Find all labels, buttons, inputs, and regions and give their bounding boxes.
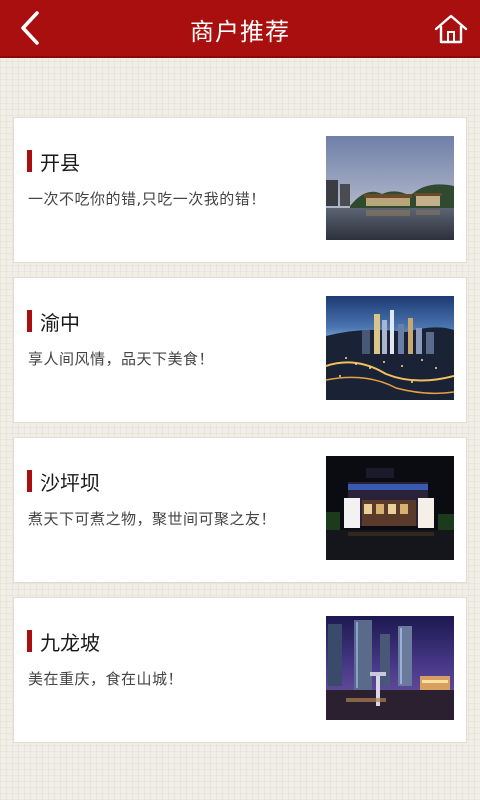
top-bar: 商户推荐 [0, 0, 480, 58]
city-night-aerial-photo [326, 296, 454, 400]
page-title: 商户推荐 [190, 17, 290, 46]
card-header: 九龙坡 [27, 630, 100, 655]
back-button[interactable] [10, 8, 50, 48]
card-header: 开县 [27, 150, 80, 175]
card-header: 渝中 [27, 310, 80, 335]
merchant-name: 开县 [40, 150, 80, 175]
merchant-card[interactable]: 开县 一次不吃你的错,只吃一次我的错！ [13, 117, 467, 263]
accent-bar [27, 310, 32, 332]
card-header: 沙坪坝 [27, 470, 100, 495]
merchant-slogan: 美在重庆，食在山城！ [28, 670, 184, 688]
merchant-name: 沙坪坝 [40, 470, 100, 495]
accent-bar [27, 630, 32, 652]
lakeside-pavilion-photo [326, 136, 454, 240]
accent-bar [27, 470, 32, 492]
merchant-card[interactable]: 渝中 享人间风情，品天下美食！ [13, 277, 467, 423]
accent-bar [27, 150, 32, 172]
mall-night-photo [326, 456, 454, 560]
home-button[interactable] [432, 10, 470, 48]
merchant-slogan: 煮天下可煮之物，聚世间可聚之友！ [28, 510, 277, 528]
merchant-card[interactable]: 沙坪坝 煮天下可煮之物，聚世间可聚之友！ [13, 437, 467, 583]
skyscraper-dusk-photo [326, 616, 454, 720]
merchant-name: 渝中 [40, 310, 80, 335]
merchant-list: 开县 一次不吃你的错,只吃一次我的错！ 渝中 享人间风情，品天下美食！ 沙坪坝 … [13, 117, 467, 757]
merchant-card[interactable]: 九龙坡 美在重庆，食在山城！ [13, 597, 467, 743]
merchant-name: 九龙坡 [40, 630, 100, 655]
chevron-left-icon [21, 11, 39, 45]
merchant-slogan: 享人间风情，品天下美食！ [28, 350, 215, 368]
merchant-slogan: 一次不吃你的错,只吃一次我的错！ [28, 190, 266, 208]
home-icon [434, 14, 468, 44]
